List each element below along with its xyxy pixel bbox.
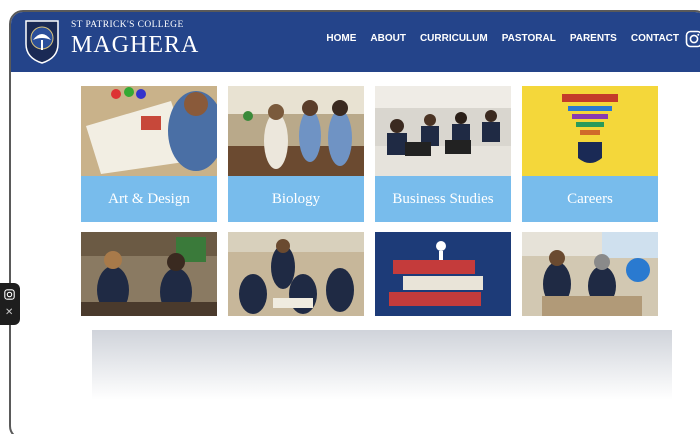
nav-home[interactable]: HOME: [326, 33, 356, 44]
biology-label-bar: Biology: [228, 176, 364, 222]
business-studies-label: Business Studies: [392, 190, 494, 207]
lab-students-photo: [81, 232, 217, 316]
tile-biology[interactable]: Biology: [228, 86, 364, 222]
art-design-label: Art & Design: [108, 190, 190, 207]
nav-about[interactable]: ABOUT: [370, 33, 406, 44]
side-social-bar: ✕: [0, 283, 20, 325]
geography-classroom-photo: [522, 232, 658, 316]
tile-careers[interactable]: Careers: [522, 86, 658, 222]
main-nav: HOME ABOUT CURRICULUM PASTORAL PARENTS C…: [326, 33, 679, 44]
instagram-icon[interactable]: [4, 289, 15, 300]
art-design-label-bar: Art & Design: [81, 176, 217, 222]
business-studies-photo: [375, 86, 511, 176]
tile-art-design[interactable]: Art & Design: [81, 86, 217, 222]
school-name-small[interactable]: ST PATRICK'S COLLEGE: [71, 20, 184, 30]
school-crest-logo[interactable]: [23, 18, 61, 64]
browser-frame: ST PATRICK'S COLLEGE MAGHERA HOME ABOUT …: [9, 10, 700, 434]
x-twitter-icon[interactable]: ✕: [5, 307, 13, 318]
biology-photo: [228, 86, 364, 176]
instagram-icon[interactable]: [685, 30, 700, 48]
tiles-reflection: [92, 330, 672, 400]
careers-label: Careers: [567, 190, 613, 207]
careers-label-bar: Careers: [522, 176, 658, 222]
tile-french[interactable]: [375, 232, 511, 316]
careers-word-cloud-image: [522, 86, 658, 176]
nav-contact[interactable]: CONTACT: [631, 33, 679, 44]
tile-business-studies[interactable]: Business Studies: [375, 86, 511, 222]
business-studies-label-bar: Business Studies: [375, 176, 511, 222]
nav-pastoral[interactable]: PASTORAL: [502, 33, 556, 44]
tile-geography[interactable]: [522, 232, 658, 316]
nav-curriculum[interactable]: CURRICULUM: [420, 33, 488, 44]
site-header: ST PATRICK'S COLLEGE MAGHERA HOME ABOUT …: [11, 12, 700, 72]
tile-classroom-group[interactable]: [228, 232, 364, 316]
art-design-photo: [81, 86, 217, 176]
school-name-large[interactable]: MAGHERA: [71, 32, 199, 59]
tile-chemistry[interactable]: [81, 232, 217, 316]
nav-parents[interactable]: PARENTS: [570, 33, 617, 44]
biology-label: Biology: [271, 190, 321, 207]
classroom-group-photo: [228, 232, 364, 316]
french-books-illustration: [375, 232, 511, 316]
